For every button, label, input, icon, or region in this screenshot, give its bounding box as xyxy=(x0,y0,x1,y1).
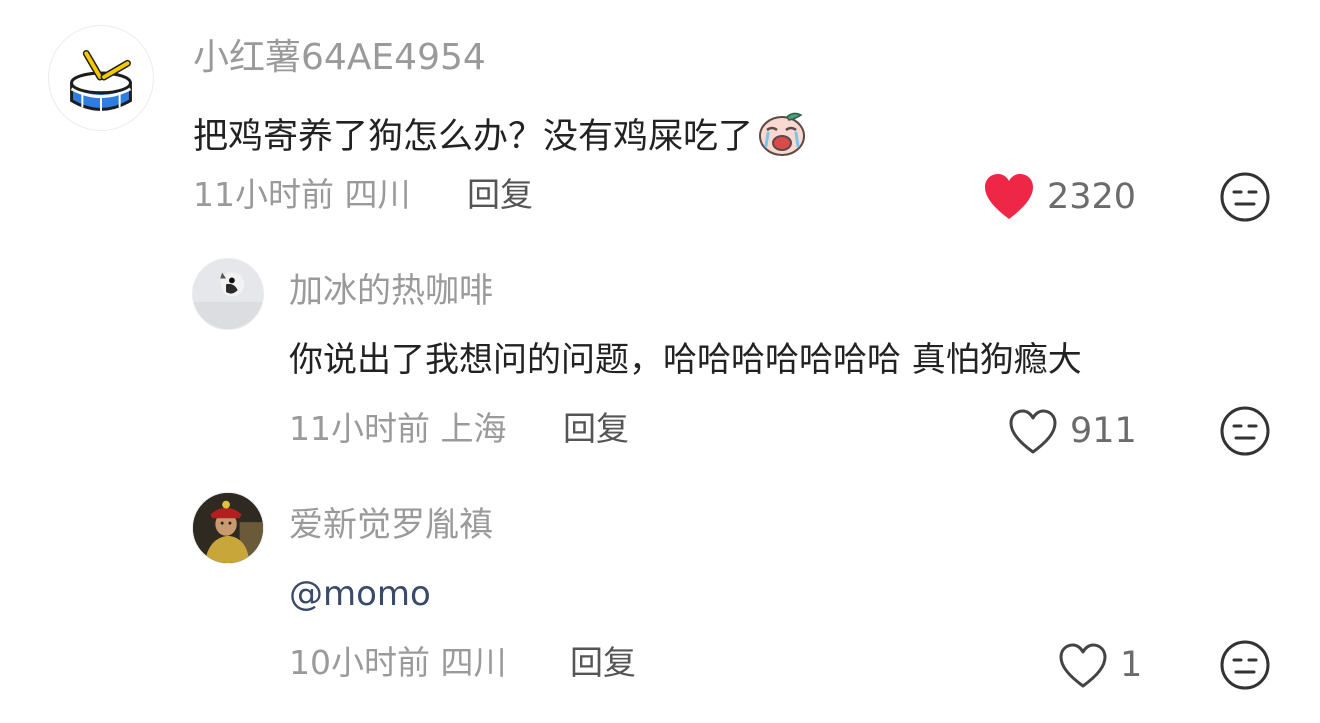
cat-photo-avatar xyxy=(193,259,263,329)
comment-text: 把鸡寄养了狗怎么办？没有鸡屎吃了 xyxy=(193,108,807,158)
comment-text: @momo xyxy=(289,577,431,611)
drum-icon xyxy=(70,50,132,113)
mention-link[interactable]: @momo xyxy=(289,574,431,614)
avatar[interactable] xyxy=(192,492,264,564)
username[interactable]: 爱新觉罗胤禛 xyxy=(289,508,493,542)
meh-face-icon[interactable] xyxy=(1219,639,1271,691)
username[interactable]: 小红薯64AE4954 xyxy=(193,40,486,76)
comment-time-location: 10小时前 四川 xyxy=(289,643,507,682)
avatar[interactable] xyxy=(192,258,264,330)
reply-button[interactable]: 回复 xyxy=(563,412,629,445)
emperor-photo-avatar xyxy=(193,493,263,563)
comment-text-body: 把鸡寄养了狗怎么办？没有鸡屎吃了 xyxy=(193,117,754,157)
comment-time-location: 11小时前 上海 xyxy=(289,409,507,448)
avatar[interactable] xyxy=(48,25,154,131)
crying-face-sticker-icon xyxy=(757,108,807,158)
comment-time-location: 11小时前 四川 xyxy=(193,175,411,214)
like-count: 911 xyxy=(1070,411,1137,451)
meh-face-icon[interactable] xyxy=(1219,171,1271,223)
meh-face-icon[interactable] xyxy=(1219,405,1271,457)
comment-text: 你说出了我想问的问题，哈哈哈哈哈哈哈 真怕狗瘾大 xyxy=(289,340,1082,380)
username[interactable]: 加冰的热咖啡 xyxy=(289,274,493,308)
reply-button[interactable]: 回复 xyxy=(570,646,636,679)
reply-button[interactable]: 回复 xyxy=(467,178,533,211)
heart-outline-icon[interactable] xyxy=(1007,408,1059,456)
like-count: 1 xyxy=(1120,645,1143,685)
comment-section: 小红薯64AE4954 把鸡寄养了狗怎么办？没有鸡屎吃了 11小时前 四川 回复… xyxy=(0,0,1320,723)
heart-filled-icon[interactable] xyxy=(983,173,1035,221)
like-count: 2320 xyxy=(1047,177,1137,217)
heart-outline-icon[interactable] xyxy=(1057,642,1109,690)
